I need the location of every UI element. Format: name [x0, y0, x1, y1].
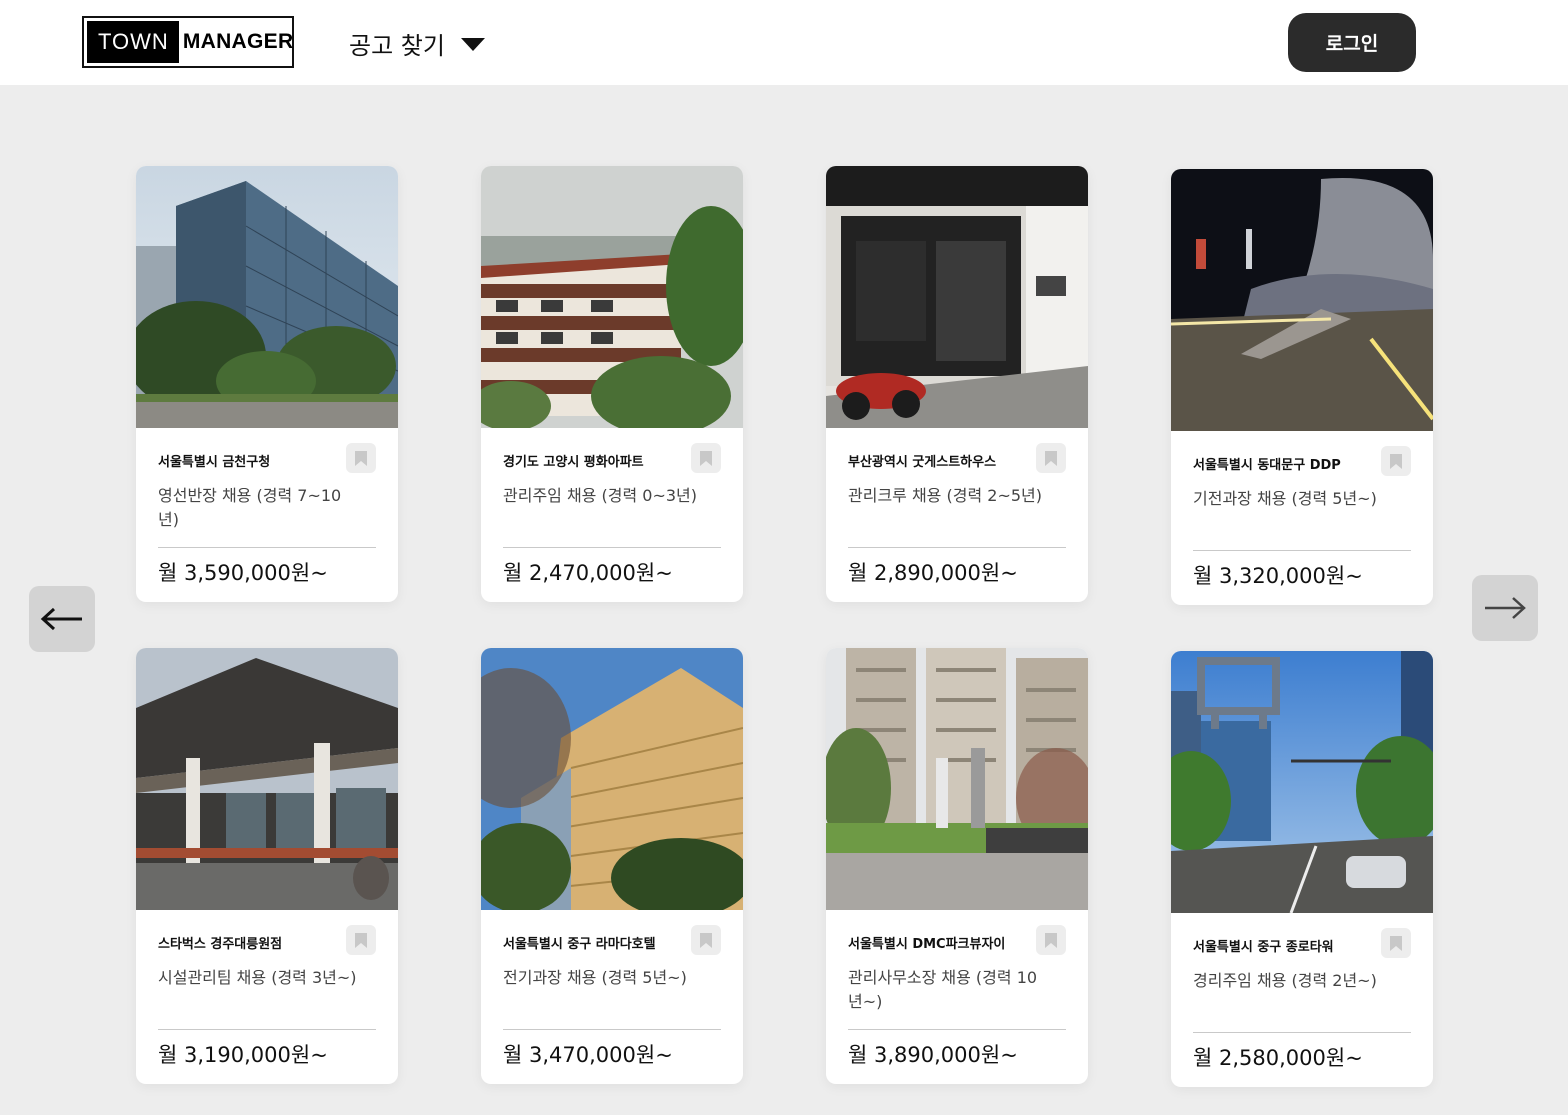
job-card[interactable]: 경기도 고양시 평화아파트 관리주임 채용 (경력 0~3년) 월 2,470,… [481, 166, 743, 602]
login-button[interactable]: 로그인 [1288, 13, 1416, 72]
card-divider [158, 547, 376, 548]
bookmark-button[interactable] [691, 925, 721, 955]
top-navigation-bar: TOWN MANAGER 공고 찾기 로그인 [0, 0, 1568, 85]
bookmark-button[interactable] [346, 925, 376, 955]
logo-town-text: TOWN [87, 21, 179, 63]
listing-salary: 월 3,320,000원~ [1193, 564, 1363, 588]
card-divider [1193, 1032, 1411, 1033]
listing-job-title: 영선반장 채용 (경력 7~10년) [158, 486, 342, 529]
previous-page-button[interactable] [29, 586, 95, 652]
listing-salary: 월 3,470,000원~ [503, 1043, 673, 1067]
arrow-left-icon [40, 607, 82, 631]
card-divider [503, 547, 721, 548]
job-card[interactable]: 서울특별시 중구 종로타워 경리주임 채용 (경력 2년~) 월 2,580,0… [1171, 651, 1433, 1087]
town-manager-logo[interactable]: TOWN MANAGER [82, 16, 294, 68]
listing-salary: 월 3,890,000원~ [848, 1043, 1018, 1067]
bookmark-button[interactable] [1381, 446, 1411, 476]
listing-job-title: 시설관리팀 채용 (경력 3년~) [158, 968, 357, 987]
listing-place: 경기도 고양시 평화아파트 [503, 455, 644, 470]
logo-manager-text: MANAGER [182, 30, 294, 53]
bookmark-icon [700, 932, 712, 948]
listing-job-title: 기전과장 채용 (경력 5년~) [1193, 489, 1377, 508]
bookmark-button[interactable] [691, 443, 721, 473]
listing-salary: 월 3,190,000원~ [158, 1043, 328, 1067]
listing-job-title: 관리크루 채용 (경력 2~5년) [848, 486, 1042, 505]
photo-apartment-plaza [826, 648, 1088, 910]
photo-hanok-cafe [136, 648, 398, 910]
card-divider [848, 1029, 1066, 1030]
listing-job-title: 경리주임 채용 (경력 2년~) [1193, 971, 1377, 990]
listing-salary: 월 3,590,000원~ [158, 561, 328, 585]
photo-jongno-tower [1171, 651, 1433, 913]
listing-place: 서울특별시 동대문구 DDP [1193, 458, 1341, 473]
listing-job-title: 관리사무소장 채용 (경력 10년~) [848, 968, 1038, 1011]
job-card[interactable]: 서울특별시 중구 라마다호텔 전기과장 채용 (경력 5년~) 월 3,470,… [481, 648, 743, 1084]
job-search-menu-label: 공고 찾기 [349, 31, 445, 60]
bookmark-icon [355, 932, 367, 948]
arrow-right-icon [1485, 597, 1526, 619]
listing-job-title: 전기과장 채용 (경력 5년~) [503, 968, 687, 987]
card-divider [1193, 550, 1411, 551]
bookmark-icon [1045, 932, 1057, 948]
bookmark-icon [1390, 453, 1402, 469]
listing-salary: 월 2,890,000원~ [848, 561, 1018, 585]
bookmark-button[interactable] [1036, 443, 1066, 473]
job-card[interactable]: 서울특별시 금천구청 영선반장 채용 (경력 7~10년) 월 3,590,00… [136, 166, 398, 602]
next-page-button[interactable] [1472, 575, 1538, 641]
card-divider [848, 547, 1066, 548]
job-card[interactable]: 부산광역시 굿게스트하우스 관리크루 채용 (경력 2~5년) 월 2,890,… [826, 166, 1088, 602]
photo-ddp-night [1171, 169, 1433, 431]
photo-hotel-tower [481, 648, 743, 910]
job-card[interactable]: 서울특별시 DMC파크뷰자이 관리사무소장 채용 (경력 10년~) 월 3,8… [826, 648, 1088, 1084]
listing-place: 스타벅스 경주대릉원점 [158, 937, 283, 952]
bookmark-icon [1045, 450, 1057, 466]
bookmark-button[interactable] [1036, 925, 1066, 955]
listing-salary: 월 2,580,000원~ [1193, 1046, 1363, 1070]
card-divider [158, 1029, 376, 1030]
job-card[interactable]: 서울특별시 동대문구 DDP 기전과장 채용 (경력 5년~) 월 3,320,… [1171, 169, 1433, 605]
job-search-menu[interactable]: 공고 찾기 [349, 22, 485, 64]
bookmark-button[interactable] [346, 443, 376, 473]
listing-place: 서울특별시 금천구청 [158, 455, 271, 470]
bookmark-icon [1390, 935, 1402, 951]
job-card[interactable]: 스타벅스 경주대릉원점 시설관리팀 채용 (경력 3년~) 월 3,190,00… [136, 648, 398, 1084]
photo-guesthouse-entrance [826, 166, 1088, 428]
listing-job-title: 관리주임 채용 (경력 0~3년) [503, 486, 697, 505]
listing-place: 부산광역시 굿게스트하우스 [848, 455, 997, 470]
listing-place: 서울특별시 중구 종로타워 [1193, 940, 1334, 955]
photo-brick-apartment [481, 166, 743, 428]
card-divider [503, 1029, 721, 1030]
bookmark-icon [355, 450, 367, 466]
bookmark-button[interactable] [1381, 928, 1411, 958]
listing-salary: 월 2,470,000원~ [503, 561, 673, 585]
listing-place: 서울특별시 중구 라마다호텔 [503, 937, 656, 952]
caret-down-icon [460, 38, 485, 51]
bookmark-icon [700, 450, 712, 466]
photo-office-tower [136, 166, 398, 428]
listing-place: 서울특별시 DMC파크뷰자이 [848, 937, 1006, 952]
